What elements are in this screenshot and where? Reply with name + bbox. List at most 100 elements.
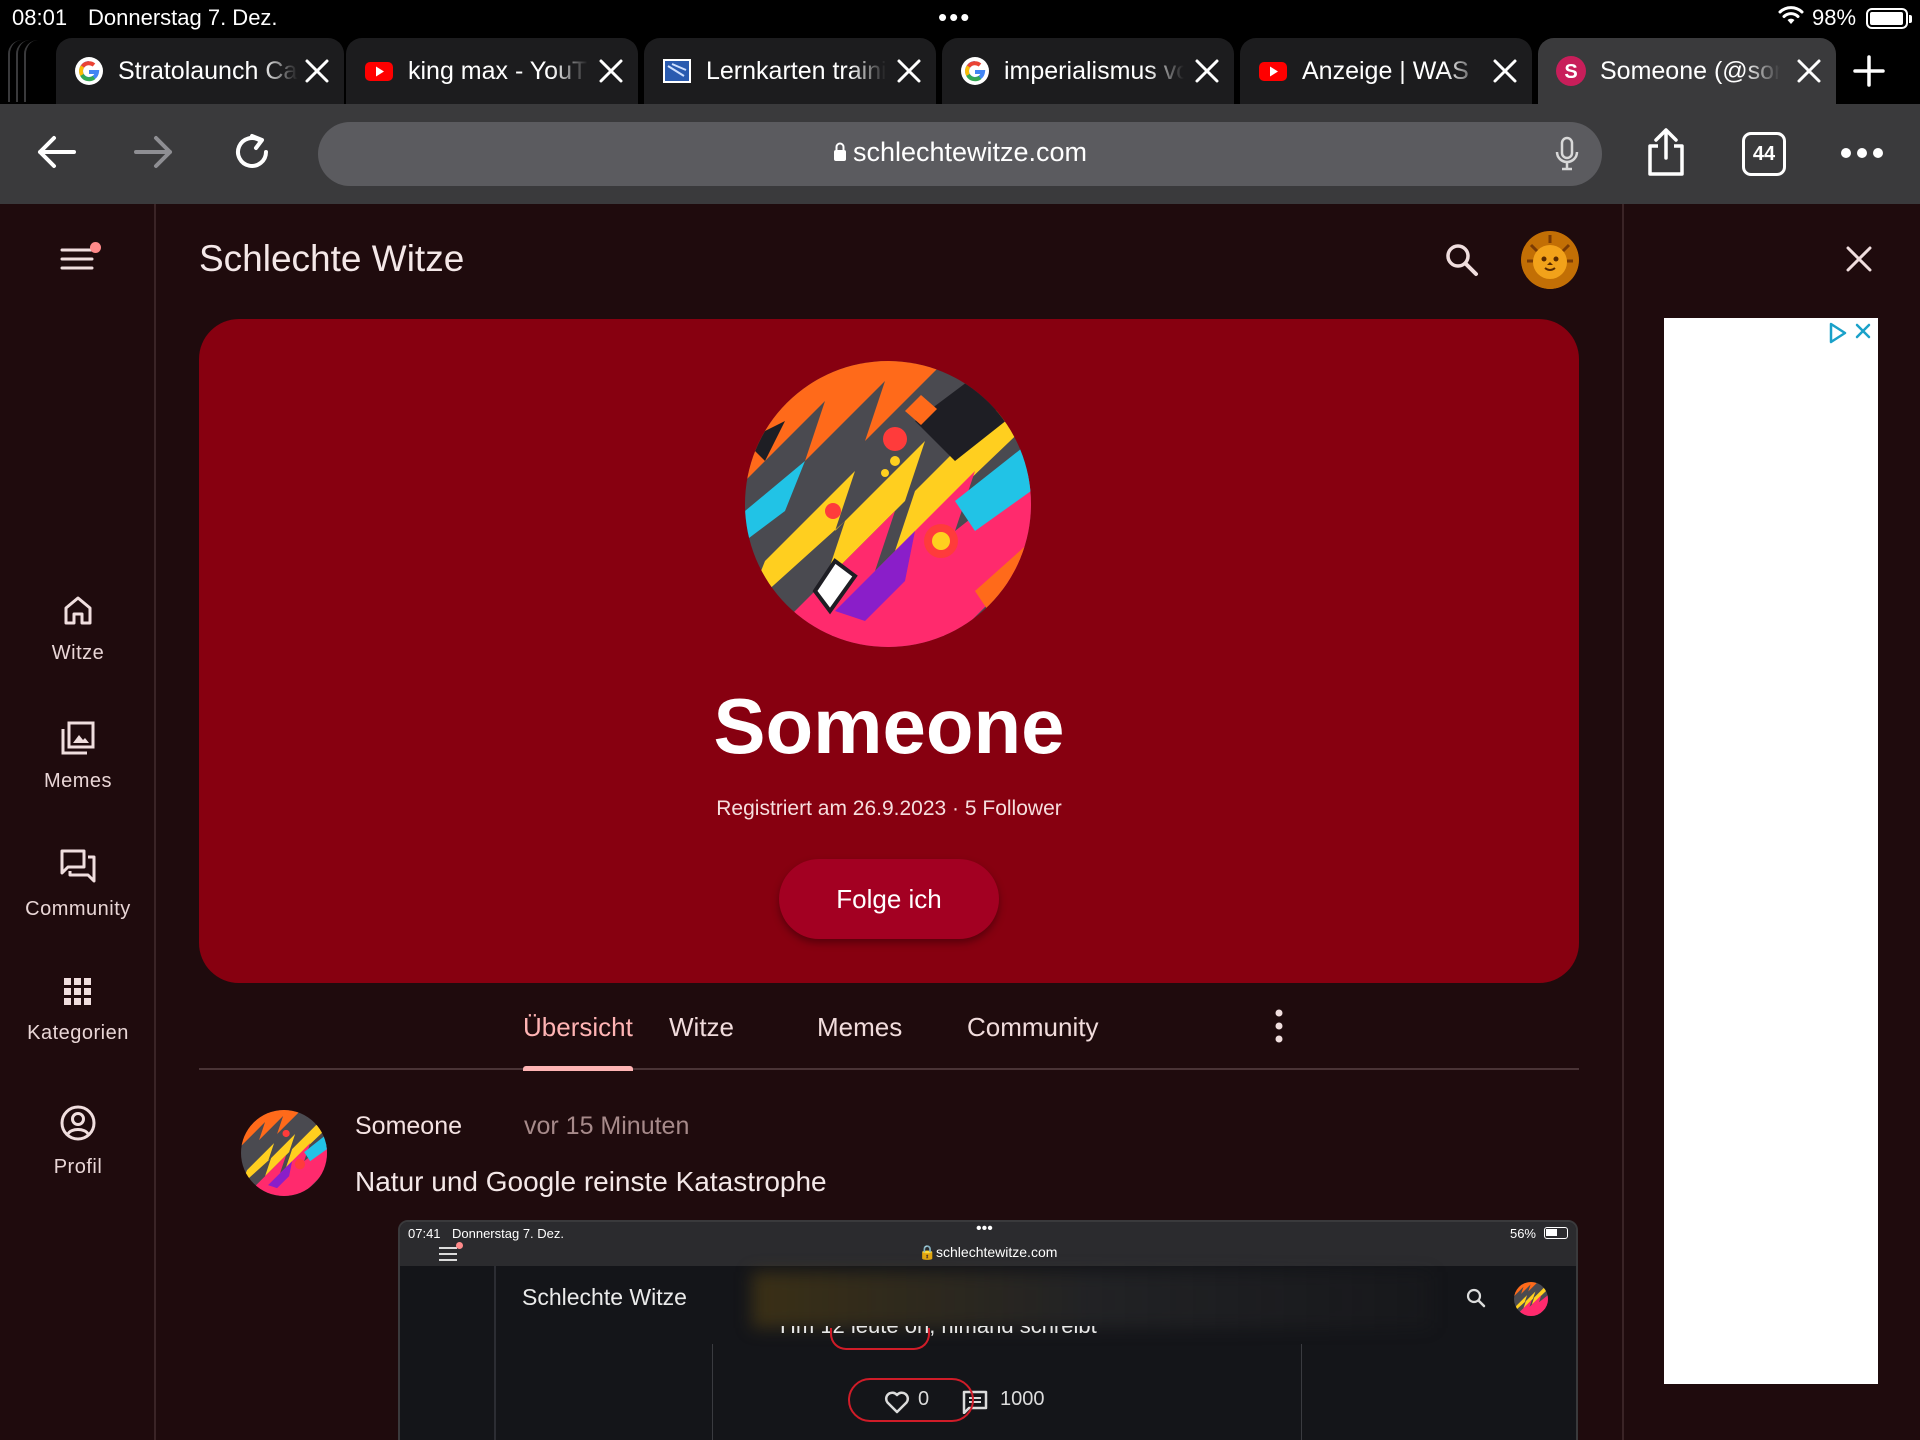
follow-button[interactable]: Folge ich	[779, 859, 999, 939]
status-time: 08:01	[12, 5, 68, 30]
tab-uebersicht[interactable]: Übersicht	[523, 1012, 633, 1071]
user-avatar[interactable]	[1521, 231, 1579, 289]
back-arrow-icon[interactable]	[34, 130, 78, 174]
browser-toolbar: schlechtewitze.com 44	[0, 104, 1920, 204]
lock-icon	[833, 142, 847, 162]
screenshot-blurred-header	[752, 1272, 1432, 1328]
screenshot-comment-count: 1000	[1000, 1388, 1045, 1410]
close-tab-icon[interactable]	[304, 58, 330, 84]
grid-icon	[0, 976, 156, 1008]
profile-tabs: Übersicht Witze Memes Community	[199, 984, 1579, 1071]
nav-item-community[interactable]: Community	[0, 848, 156, 921]
tab-title: Stratolaunch Carrier	[118, 56, 298, 85]
new-tab-plus-icon[interactable]	[1852, 54, 1886, 88]
close-tab-icon[interactable]	[1796, 58, 1822, 84]
screenshot-avatar	[1514, 1282, 1548, 1316]
address-bar[interactable]: schlechtewitze.com	[318, 122, 1602, 186]
nav-label: Profil	[53, 1156, 103, 1178]
tab-community[interactable]: Community	[967, 1012, 1098, 1043]
screenshot-battery-icon	[1544, 1227, 1568, 1239]
more-vertical-icon[interactable]	[1273, 1008, 1285, 1044]
profile-header-card: Someone Registriert am 26.9.2023 · 5 Fol…	[199, 319, 1579, 983]
address-url: schlechtewitze.com	[318, 137, 1602, 168]
screenshot-menu-icon	[438, 1246, 458, 1262]
main-content: Schlechte Witze Someone Registriert am 2…	[156, 204, 1622, 1440]
browser-tab-active[interactable]: S Someone (@someone)	[1538, 38, 1836, 104]
home-icon	[0, 592, 156, 628]
tab-memes[interactable]: Memes	[817, 1012, 902, 1043]
profile-avatar	[745, 361, 1031, 647]
profile-name: Someone	[713, 682, 1065, 770]
red-annotation-circle	[848, 1378, 974, 1422]
screenshot-sidebar	[400, 1266, 496, 1440]
ad-close-icon[interactable]	[1854, 322, 1872, 340]
reload-icon[interactable]	[230, 130, 274, 174]
nav-label: Memes	[43, 770, 113, 792]
nav-label: Community	[25, 898, 131, 920]
flashcards-icon	[662, 56, 692, 86]
browser-tab[interactable]: king max - YouTube	[346, 38, 638, 104]
browser-tab[interactable]: Stratolaunch Carrier	[56, 38, 344, 104]
google-icon	[960, 56, 990, 86]
close-tab-icon[interactable]	[598, 58, 624, 84]
post-image-screenshot[interactable]: 07:41 Donnerstag 7. Dez. ••• 56% 🔒schlec…	[398, 1220, 1578, 1440]
screenshot-search-icon	[1466, 1288, 1486, 1308]
search-icon[interactable]	[1444, 242, 1480, 278]
screenshot-notification-dot	[456, 1242, 463, 1249]
tab-title: Someone (@someone)	[1600, 56, 1780, 85]
navigation-rail: Witze Memes Community Kategorien Profil	[0, 204, 156, 1440]
browser-tab[interactable]: Anzeige | WAS	[1240, 38, 1532, 104]
tab-witze[interactable]: Witze	[669, 1012, 734, 1043]
nav-item-profil[interactable]: Profil	[0, 1104, 156, 1179]
notification-dot	[90, 242, 101, 253]
lion-avatar-image	[1521, 231, 1579, 289]
status-bar: 08:01 Donnerstag 7. Dez. ••• 98%	[0, 0, 1920, 36]
forum-icon	[0, 848, 156, 884]
tab-stack-edge	[24, 40, 52, 102]
google-icon	[74, 56, 104, 86]
microphone-icon[interactable]	[1554, 136, 1580, 172]
screenshot-partial-text: Hm 12 leute on, nimand schreibt	[780, 1326, 1097, 1338]
nav-label: Witze	[51, 642, 105, 664]
wifi-icon	[1778, 6, 1804, 26]
tab-label: Memes	[817, 1012, 903, 1042]
battery-percent: 98%	[1812, 5, 1857, 30]
browser-tab[interactable]: imperialismus vorteile	[942, 38, 1234, 104]
screenshot-status-bar: 07:41 Donnerstag 7. Dez. ••• 56% 🔒schlec…	[400, 1222, 1576, 1266]
close-icon[interactable]	[1844, 244, 1874, 274]
site-title[interactable]: Schlechte Witze	[199, 238, 464, 280]
nav-item-memes[interactable]: Memes	[0, 720, 156, 793]
post-author[interactable]: Someone	[355, 1112, 462, 1141]
post-text: Natur und Google reinste Katastrophe	[355, 1166, 827, 1197]
screenshot-battery: 56%	[1509, 1226, 1536, 1241]
advertisement-frame[interactable]	[1664, 318, 1878, 1384]
tab-title: imperialismus vorteile	[1004, 56, 1184, 85]
share-icon[interactable]	[1644, 126, 1688, 178]
screenshot-url: 🔒schlechtewitze.com	[918, 1244, 1058, 1260]
nav-item-witze[interactable]: Witze	[0, 592, 156, 665]
close-tab-icon[interactable]	[1194, 58, 1220, 84]
more-options-icon[interactable]	[1840, 146, 1884, 160]
tab-label: Übersicht	[523, 1012, 633, 1042]
close-tab-icon[interactable]	[1492, 58, 1518, 84]
post-author-avatar[interactable]	[241, 1110, 327, 1196]
tab-count-button[interactable]: 44	[1742, 132, 1786, 176]
browser-tab[interactable]: Lernkarten trainieren	[644, 38, 936, 104]
account-circle-icon	[0, 1104, 156, 1142]
hamburger-menu-icon[interactable]	[60, 242, 101, 272]
forward-arrow-icon[interactable]	[132, 130, 176, 174]
post-timestamp: vor 15 Minuten	[524, 1112, 690, 1140]
tab-label: Community	[967, 1012, 1099, 1042]
web-page: Witze Memes Community Kategorien Profil …	[0, 204, 1920, 1440]
multitasking-dots-icon[interactable]: •••	[938, 2, 971, 33]
tab-title: Anzeige | WAS	[1302, 56, 1469, 85]
schlechtewitze-icon: S	[1556, 56, 1586, 86]
browser-tab-strip: Stratolaunch Carrier king max - YouTube …	[0, 36, 1920, 104]
active-tab-indicator	[523, 1066, 633, 1071]
youtube-icon	[1258, 56, 1288, 86]
close-tab-icon[interactable]	[896, 58, 922, 84]
ad-sidebar	[1622, 204, 1920, 1440]
nav-label: Kategorien	[27, 1022, 129, 1044]
adchoices-icon[interactable]	[1828, 322, 1848, 344]
nav-item-kategorien[interactable]: Kategorien	[0, 976, 156, 1045]
